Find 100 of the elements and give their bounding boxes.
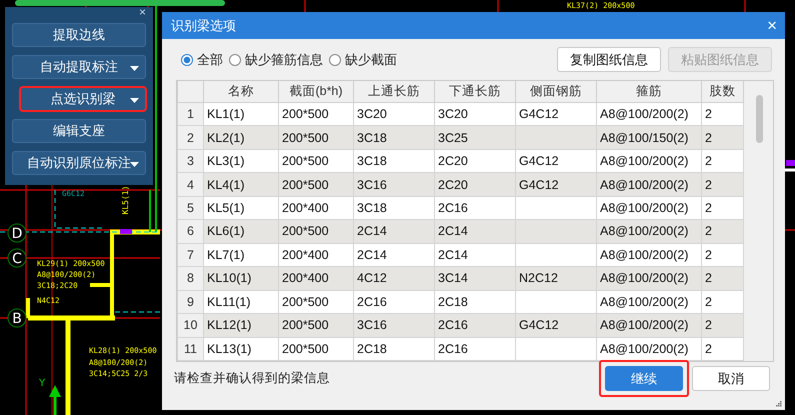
panel-button[interactable]: 编辑支座	[12, 119, 146, 143]
row-number: 9	[178, 290, 204, 314]
table-cell: A8@100/200(2)	[596, 196, 702, 220]
row-number: 6	[178, 220, 204, 244]
table-cell: KL7(1)	[204, 243, 278, 267]
table-cell: 200*500	[278, 337, 354, 360]
hint-text: 请检查并确认得到的梁信息	[174, 370, 330, 387]
table-cell: A8@100/200(2)	[596, 290, 702, 314]
table-cell: KL5(1)	[204, 196, 278, 220]
table-cell: A8@100/200(2)	[596, 243, 702, 267]
table-cell: KL10(1)	[204, 266, 278, 290]
table-cell: KL3(1)	[204, 149, 278, 173]
table-cell: 2C18	[354, 337, 434, 360]
table-cell: 200*400	[278, 243, 354, 267]
table-cell: 2	[702, 149, 744, 173]
cad-label: KL5(1)	[121, 186, 130, 214]
axis-bubble: C	[8, 248, 26, 268]
table-cell: KL13(1)	[204, 337, 278, 360]
table-cell: A8@100/200(2)	[596, 314, 702, 338]
table-cell: N2C12	[516, 266, 596, 290]
column-header[interactable]: 下通长筋	[434, 81, 516, 102]
table-cell: 2	[702, 172, 744, 196]
table-cell: 2	[702, 243, 744, 267]
column-header[interactable]: 侧面钢筋	[516, 81, 596, 102]
table-cell: 2	[702, 290, 744, 314]
table-cell: 3C25	[434, 126, 516, 150]
scrollbar-thumb[interactable]	[756, 95, 763, 143]
caret-icon	[130, 98, 139, 103]
table-cell: 3C20	[354, 102, 434, 126]
column-header[interactable]: 名称	[204, 81, 278, 102]
dialog-title: 识别梁选项	[171, 16, 236, 34]
table-cell: G4C12	[516, 172, 596, 196]
caret-icon	[130, 162, 139, 167]
table-cell: 2	[702, 102, 744, 126]
table-cell: 200*500	[278, 149, 354, 173]
table-cell: KL4(1)	[204, 172, 278, 196]
dialog-button[interactable]: 取消	[692, 366, 770, 391]
table-cell: 2C14	[354, 243, 434, 267]
column-header[interactable]: 上通长筋	[354, 81, 434, 102]
table-cell: A8@100/200(2)	[596, 266, 702, 290]
filter-radio[interactable]: 缺少箍筋信息	[229, 50, 323, 68]
table-cell: 3C18	[354, 149, 434, 173]
close-button[interactable]: ×	[767, 17, 777, 34]
row-number: 3	[178, 149, 204, 173]
table-cell: A8@100/200(2)	[596, 220, 702, 244]
panel-button[interactable]: 自动识别原位标注	[12, 151, 146, 175]
table-cell: 200*500	[278, 102, 354, 126]
table-cell: 2C18	[434, 290, 516, 314]
table-cell: KL11(1)	[204, 290, 278, 314]
table-cell: 200*500	[278, 220, 354, 244]
table-cell: 2C16	[434, 337, 516, 360]
table-cell: 2C20	[434, 172, 516, 196]
table-cell: 3C14	[434, 266, 516, 290]
table-cell: 4C12	[354, 266, 434, 290]
table-cell: A8@100/200(2)	[596, 337, 702, 360]
action-button[interactable]: 复制图纸信息	[557, 47, 661, 72]
row-number: 1	[178, 102, 204, 126]
table-cell: 200*400	[278, 266, 354, 290]
table-cell: 2	[702, 126, 744, 150]
table-cell: 3C16	[354, 314, 434, 338]
dialog-button[interactable]: 继续	[605, 366, 683, 391]
table-cell: 3C18	[354, 196, 434, 220]
table-cell: 2C16	[434, 314, 516, 338]
table-cell: 3C18	[354, 126, 434, 150]
table-cell: 200*400	[278, 196, 354, 220]
table-cell: 200*500	[278, 314, 354, 338]
y-axis-arrow-drawing	[49, 385, 61, 415]
row-number: 10	[178, 314, 204, 338]
table-cell: G4C12	[516, 149, 596, 173]
row-number: 7	[178, 243, 204, 267]
table-cell: 2	[702, 266, 744, 290]
table-cell: 2C20	[434, 149, 516, 173]
row-number: 2	[178, 126, 204, 150]
panel-button[interactable]: 点选识别梁	[20, 87, 146, 111]
table-cell: A8@100/200(2)	[596, 149, 702, 173]
axis-bubble: D	[8, 224, 26, 242]
table-cell: KL12(1)	[204, 314, 278, 338]
axis-bubble: B	[8, 308, 26, 328]
column-header[interactable]: 肢数	[702, 81, 744, 102]
table-cell: 2C14	[434, 220, 516, 244]
table-cell: 3C16	[354, 172, 434, 196]
filter-radio[interactable]: 全部	[181, 50, 223, 68]
column-header[interactable]: 箍筋	[596, 81, 702, 102]
table-cell: KL2(1)	[204, 126, 278, 150]
column-header[interactable]: 截面(b*h)	[278, 81, 354, 102]
row-number: 11	[178, 337, 204, 360]
table-cell: KL6(1)	[204, 220, 278, 244]
table-cell: 2	[702, 314, 744, 338]
panel-button[interactable]: 提取边线	[12, 23, 146, 47]
table-cell: 2C16	[354, 290, 434, 314]
close-button[interactable]: ×	[138, 7, 146, 17]
table-cell: 2	[702, 196, 744, 220]
row-number: 4	[178, 172, 204, 196]
table-cell: 2C16	[434, 196, 516, 220]
table-cell: 2C14	[434, 243, 516, 267]
panel-button[interactable]: 自动提取标注	[12, 55, 146, 79]
row-number: 8	[178, 266, 204, 290]
table-cell: A8@100/200(2)	[596, 172, 702, 196]
row-number: 5	[178, 196, 204, 220]
filter-radio[interactable]: 缺少截面	[329, 50, 397, 68]
